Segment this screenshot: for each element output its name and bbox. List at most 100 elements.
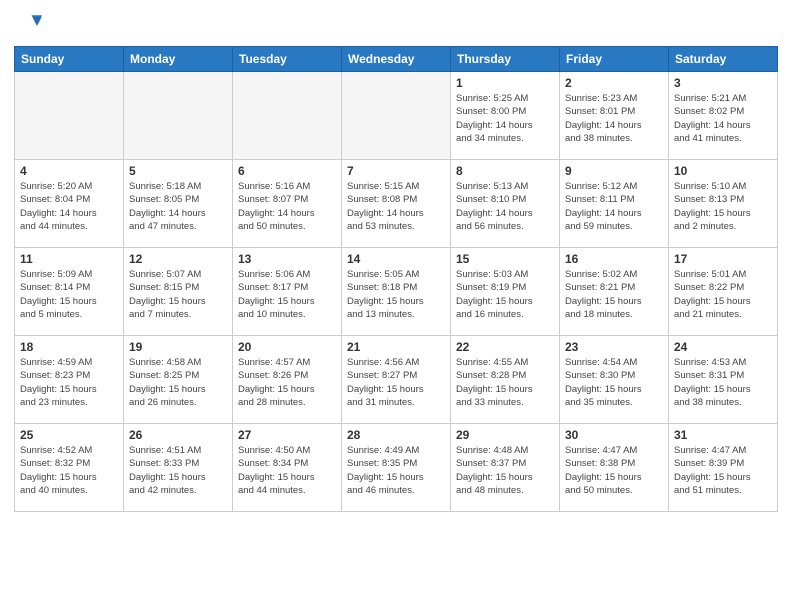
day-info: Sunrise: 4:47 AM Sunset: 8:38 PM Dayligh…: [565, 444, 663, 497]
day-info: Sunrise: 5:25 AM Sunset: 8:00 PM Dayligh…: [456, 92, 554, 145]
day-info: Sunrise: 4:47 AM Sunset: 8:39 PM Dayligh…: [674, 444, 772, 497]
day-cell: 1 Sunrise: 5:25 AM Sunset: 8:00 PM Daylig…: [451, 72, 560, 160]
day-info: Sunrise: 4:59 AM Sunset: 8:23 PM Dayligh…: [20, 356, 118, 409]
day-cell: 17 Sunrise: 5:01 AM Sunset: 8:22 PM Dayli…: [669, 248, 778, 336]
day-number: 15: [456, 252, 554, 266]
day-info: Sunrise: 5:18 AM Sunset: 8:05 PM Dayligh…: [129, 180, 227, 233]
day-number: 16: [565, 252, 663, 266]
day-info: Sunrise: 5:10 AM Sunset: 8:13 PM Dayligh…: [674, 180, 772, 233]
day-cell: 27 Sunrise: 4:50 AM Sunset: 8:34 PM Dayli…: [233, 424, 342, 512]
day-number: 13: [238, 252, 336, 266]
day-cell: 13 Sunrise: 5:06 AM Sunset: 8:17 PM Dayli…: [233, 248, 342, 336]
day-number: 21: [347, 340, 445, 354]
weekday-header-monday: Monday: [124, 47, 233, 72]
day-number: 25: [20, 428, 118, 442]
day-cell: 25 Sunrise: 4:52 AM Sunset: 8:32 PM Dayli…: [15, 424, 124, 512]
day-number: 28: [347, 428, 445, 442]
day-cell: 14Sunrise: 5:05 AM Sunset: 8:18 PM Dayli…: [342, 248, 451, 336]
day-number: 24: [674, 340, 772, 354]
day-number: 29: [456, 428, 554, 442]
day-number: 30: [565, 428, 663, 442]
day-info: Sunrise: 5:12 AM Sunset: 8:11 PM Dayligh…: [565, 180, 663, 233]
day-number: 11: [20, 252, 118, 266]
day-number: 17: [674, 252, 772, 266]
weekday-header-tuesday: Tuesday: [233, 47, 342, 72]
day-number: 9: [565, 164, 663, 178]
day-number: 31: [674, 428, 772, 442]
day-cell: [342, 72, 451, 160]
day-info: Sunrise: 4:53 AM Sunset: 8:31 PM Dayligh…: [674, 356, 772, 409]
day-cell: 16 Sunrise: 5:02 AM Sunset: 8:21 PM Dayli…: [560, 248, 669, 336]
day-number: 4: [20, 164, 118, 178]
day-info: Sunrise: 5:20 AM Sunset: 8:04 PM Dayligh…: [20, 180, 118, 233]
day-cell: 18 Sunrise: 4:59 AM Sunset: 8:23 PM Dayli…: [15, 336, 124, 424]
day-number: 5: [129, 164, 227, 178]
day-cell: 9 Sunrise: 5:12 AM Sunset: 8:11 PM Daylig…: [560, 160, 669, 248]
day-info: Sunrise: 4:48 AM Sunset: 8:37 PM Dayligh…: [456, 444, 554, 497]
day-cell: 4 Sunrise: 5:20 AM Sunset: 8:04 PM Daylig…: [15, 160, 124, 248]
calendar-table: SundayMondayTuesdayWednesdayThursdayFrid…: [14, 46, 778, 512]
week-row-2: 4 Sunrise: 5:20 AM Sunset: 8:04 PM Daylig…: [15, 160, 778, 248]
day-number: 19: [129, 340, 227, 354]
day-info: Sunrise: 5:07 AM Sunset: 8:15 PM Dayligh…: [129, 268, 227, 321]
day-cell: 21Sunrise: 4:56 AM Sunset: 8:27 PM Dayli…: [342, 336, 451, 424]
day-info: Sunrise: 5:15 AM Sunset: 8:08 PM Dayligh…: [347, 180, 445, 233]
day-cell: 29 Sunrise: 4:48 AM Sunset: 8:37 PM Dayli…: [451, 424, 560, 512]
day-number: 14: [347, 252, 445, 266]
day-number: 27: [238, 428, 336, 442]
header: [14, 10, 778, 38]
day-cell: [124, 72, 233, 160]
logo-icon: [14, 10, 42, 38]
page: SundayMondayTuesdayWednesdayThursdayFrid…: [0, 0, 792, 612]
day-number: 3: [674, 76, 772, 90]
week-row-3: 11Sunrise: 5:09 AM Sunset: 8:14 PM Dayli…: [15, 248, 778, 336]
weekday-header-sunday: Sunday: [15, 47, 124, 72]
day-cell: 10 Sunrise: 5:10 AM Sunset: 8:13 PM Dayli…: [669, 160, 778, 248]
day-info: Sunrise: 4:57 AM Sunset: 8:26 PM Dayligh…: [238, 356, 336, 409]
logo: [14, 10, 46, 38]
day-number: 7: [347, 164, 445, 178]
day-cell: 11Sunrise: 5:09 AM Sunset: 8:14 PM Dayli…: [15, 248, 124, 336]
day-cell: 26Sunrise: 4:51 AM Sunset: 8:33 PM Dayli…: [124, 424, 233, 512]
day-number: 26: [129, 428, 227, 442]
day-cell: 28Sunrise: 4:49 AM Sunset: 8:35 PM Dayli…: [342, 424, 451, 512]
day-cell: 30 Sunrise: 4:47 AM Sunset: 8:38 PM Dayli…: [560, 424, 669, 512]
day-cell: 2 Sunrise: 5:23 AM Sunset: 8:01 PM Daylig…: [560, 72, 669, 160]
weekday-header-saturday: Saturday: [669, 47, 778, 72]
day-info: Sunrise: 4:50 AM Sunset: 8:34 PM Dayligh…: [238, 444, 336, 497]
day-number: 10: [674, 164, 772, 178]
day-number: 18: [20, 340, 118, 354]
day-number: 20: [238, 340, 336, 354]
day-cell: 23Sunrise: 4:54 AM Sunset: 8:30 PM Dayli…: [560, 336, 669, 424]
day-info: Sunrise: 5:21 AM Sunset: 8:02 PM Dayligh…: [674, 92, 772, 145]
day-info: Sunrise: 5:06 AM Sunset: 8:17 PM Dayligh…: [238, 268, 336, 321]
day-info: Sunrise: 5:02 AM Sunset: 8:21 PM Dayligh…: [565, 268, 663, 321]
day-number: 12: [129, 252, 227, 266]
weekday-header-friday: Friday: [560, 47, 669, 72]
day-cell: 22 Sunrise: 4:55 AM Sunset: 8:28 PM Dayli…: [451, 336, 560, 424]
day-cell: 19Sunrise: 4:58 AM Sunset: 8:25 PM Dayli…: [124, 336, 233, 424]
day-cell: 5 Sunrise: 5:18 AM Sunset: 8:05 PM Daylig…: [124, 160, 233, 248]
weekday-header-row: SundayMondayTuesdayWednesdayThursdayFrid…: [15, 47, 778, 72]
day-info: Sunrise: 5:16 AM Sunset: 8:07 PM Dayligh…: [238, 180, 336, 233]
week-row-1: 1 Sunrise: 5:25 AM Sunset: 8:00 PM Daylig…: [15, 72, 778, 160]
day-number: 23: [565, 340, 663, 354]
day-cell: 3 Sunrise: 5:21 AM Sunset: 8:02 PM Daylig…: [669, 72, 778, 160]
day-cell: [233, 72, 342, 160]
day-number: 2: [565, 76, 663, 90]
day-cell: 8Sunrise: 5:13 AM Sunset: 8:10 PM Daylig…: [451, 160, 560, 248]
day-number: 22: [456, 340, 554, 354]
day-cell: 31 Sunrise: 4:47 AM Sunset: 8:39 PM Dayli…: [669, 424, 778, 512]
day-cell: 7 Sunrise: 5:15 AM Sunset: 8:08 PM Daylig…: [342, 160, 451, 248]
day-number: 1: [456, 76, 554, 90]
week-row-5: 25 Sunrise: 4:52 AM Sunset: 8:32 PM Dayli…: [15, 424, 778, 512]
day-number: 6: [238, 164, 336, 178]
weekday-header-wednesday: Wednesday: [342, 47, 451, 72]
day-info: Sunrise: 5:23 AM Sunset: 8:01 PM Dayligh…: [565, 92, 663, 145]
day-info: Sunrise: 5:01 AM Sunset: 8:22 PM Dayligh…: [674, 268, 772, 321]
day-cell: [15, 72, 124, 160]
day-cell: 6 Sunrise: 5:16 AM Sunset: 8:07 PM Daylig…: [233, 160, 342, 248]
day-info: Sunrise: 4:52 AM Sunset: 8:32 PM Dayligh…: [20, 444, 118, 497]
day-info: Sunrise: 4:55 AM Sunset: 8:28 PM Dayligh…: [456, 356, 554, 409]
week-row-4: 18 Sunrise: 4:59 AM Sunset: 8:23 PM Dayli…: [15, 336, 778, 424]
